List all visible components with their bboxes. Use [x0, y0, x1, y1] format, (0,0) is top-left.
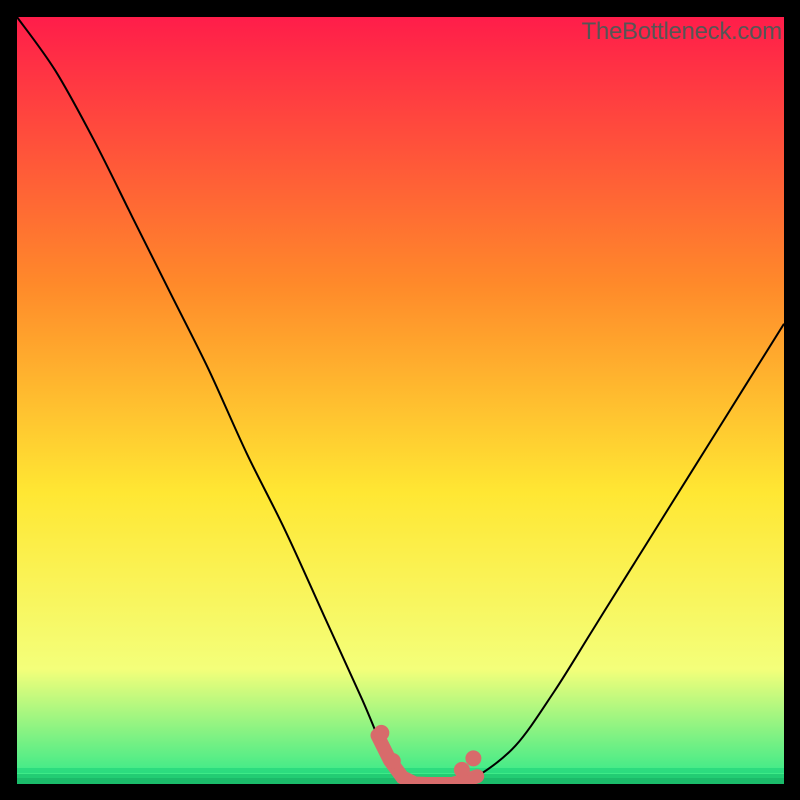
watermark-text: TheBottleneck.com [582, 18, 782, 46]
optimal-marker-dot [465, 750, 481, 766]
gradient-background [17, 17, 784, 784]
optimal-marker-dot [454, 762, 470, 778]
plot-area [17, 17, 784, 784]
chart-svg [17, 17, 784, 784]
chart-frame: TheBottleneck.com [0, 0, 800, 800]
optimal-marker-dot [373, 725, 389, 741]
optimal-marker-dot [385, 753, 401, 769]
